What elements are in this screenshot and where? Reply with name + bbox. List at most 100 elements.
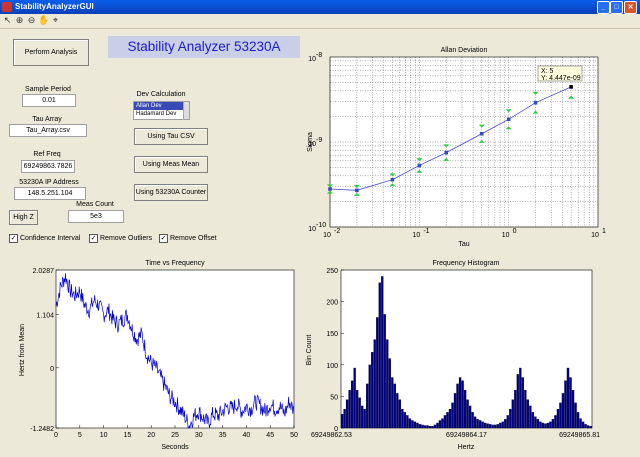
timefreq-xtick-label: 35 [219, 432, 227, 439]
timefreq-xtick-label: 25 [171, 432, 179, 439]
hist-bar [506, 415, 509, 429]
hist-bar [388, 358, 391, 429]
hist-bar [436, 422, 439, 429]
hist-bar [438, 420, 442, 429]
hist-bar [448, 408, 452, 429]
timefreq-ytick-label: 2.0287 [33, 268, 55, 275]
allan-xtick-exponent: 1 [602, 228, 606, 235]
hist-bar [363, 408, 366, 429]
hist-bar [406, 415, 409, 429]
allan-data-point [533, 100, 538, 105]
hist-bar [340, 414, 344, 429]
timefreq-title: Time vs Frequency [145, 260, 205, 267]
allan-data-point [479, 131, 484, 136]
hist-bar [574, 402, 577, 429]
hist-bar [361, 405, 364, 429]
hist-xtick-label: 69249862.53 [311, 432, 352, 439]
hist-bar [544, 423, 547, 429]
hist-bar [504, 419, 507, 429]
hist-bar [501, 421, 504, 429]
hist-bar [345, 399, 349, 429]
hist-bar [408, 418, 412, 429]
hist-bar [491, 424, 494, 429]
hist-bar [476, 419, 479, 429]
timefreq-xtick-label: 15 [124, 432, 132, 439]
hist-bar [451, 402, 454, 429]
datatip-y: Y: 4.447e-09 [541, 75, 581, 82]
timefreq-xtick-label: 5 [78, 432, 82, 439]
hist-bar [401, 408, 404, 429]
hist-bar [468, 405, 472, 429]
hist-bar [391, 377, 394, 429]
timefreq-xtick-label: 30 [195, 432, 203, 439]
allan-ytick-exponent: -10 [316, 222, 326, 229]
hist-bar [478, 420, 482, 429]
timefreq-xtick-label: 45 [266, 432, 274, 439]
allan-data-point [506, 117, 511, 122]
hist-bar [564, 380, 567, 429]
hist-bar [536, 419, 540, 429]
allan-data-point [569, 85, 573, 89]
hist-bar [466, 399, 469, 429]
timefreq-xtick-label: 20 [147, 432, 155, 439]
timefreq-ytick-label: 1.104 [36, 313, 54, 320]
hist-bar [396, 393, 399, 429]
allan-xtick-exponent: 0 [513, 228, 517, 235]
hist-xtick-label: 69249865.81 [559, 432, 600, 439]
hist-bar [366, 383, 369, 429]
allan-data-point [328, 187, 332, 191]
timefreq-xlabel: Seconds [161, 444, 189, 451]
hist-xtick-label: 69249864.17 [446, 432, 487, 439]
allan-xtick-exponent: -2 [334, 228, 340, 235]
hist-bar [428, 426, 432, 429]
hist-bar [576, 412, 580, 429]
hist-bar [494, 424, 497, 429]
hist-bar [519, 367, 522, 429]
hist-bar [481, 421, 484, 429]
hist-bar [443, 415, 447, 429]
allan-ytick-label: 10 [308, 226, 316, 233]
timefreq-ytick-label: -1.2482 [30, 426, 54, 433]
hist-bar [584, 424, 587, 429]
hist-bar [413, 421, 417, 429]
allan-ytick-label: 10 [308, 141, 316, 148]
hist-bar [386, 339, 389, 429]
timefreq-xtick-label: 0 [54, 432, 58, 439]
hist-bar [355, 390, 359, 429]
hist-bar [516, 374, 519, 429]
hist-bar [549, 421, 552, 429]
hist-bar [579, 418, 582, 429]
datatip[interactable]: X: 5 Y: 4.447e-09 [537, 65, 583, 82]
hist-bar [509, 408, 512, 429]
hist-bar [433, 424, 437, 429]
hist-bar [371, 352, 374, 429]
hist-bar [514, 390, 517, 429]
hist-bar [411, 420, 414, 429]
hist-bar [353, 367, 356, 429]
hist-bar [423, 425, 427, 429]
hist-bar [343, 408, 346, 429]
hist-ylabel: Bin Count [306, 335, 313, 366]
hist-bar [539, 421, 542, 429]
hist-bar [551, 419, 555, 429]
hist-bar [531, 412, 535, 429]
hist-bar [556, 408, 560, 429]
hist-ytick-label: 250 [326, 268, 338, 275]
hist-bar [350, 380, 354, 429]
hist-bar [486, 423, 489, 429]
hist-title: Frequency Histogram [433, 260, 500, 267]
hist-bar [534, 416, 537, 429]
hist-bar [586, 425, 590, 429]
hist-bar [416, 422, 419, 429]
hist-bar [461, 380, 464, 429]
hist-bar [571, 390, 575, 429]
hist-bar [463, 390, 467, 429]
hist-bar [431, 426, 434, 429]
datatip-x: X: 5 [541, 68, 554, 75]
hist-bar [489, 424, 492, 429]
hist-bar [554, 415, 557, 429]
hist-ytick-label: 200 [326, 300, 338, 307]
hist-bar [373, 339, 376, 429]
allan-xtick-label: 10 [412, 232, 420, 239]
hist-ytick-label: 100 [326, 363, 338, 370]
